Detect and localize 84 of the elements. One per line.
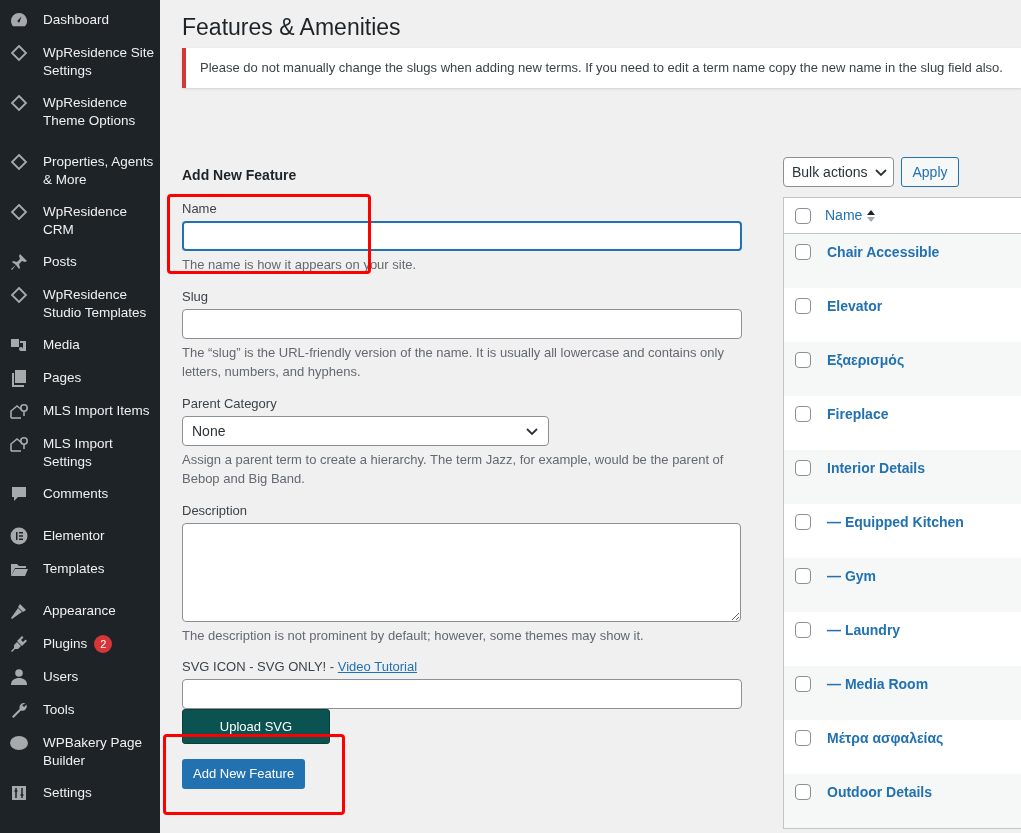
- form-heading: Add New Feature: [182, 166, 298, 184]
- name-column-header[interactable]: Name: [825, 205, 876, 226]
- sidebar-menu-item[interactable]: Properties, Agents & More: [0, 146, 160, 196]
- diamond-icon: [9, 202, 29, 222]
- sidebar-menu-item[interactable]: Templates: [0, 553, 160, 586]
- text-input-field[interactable]: [182, 309, 742, 339]
- upload-svg-button[interactable]: Upload SVG: [182, 709, 330, 744]
- plug-icon: [9, 634, 29, 654]
- term-name-link[interactable]: Elevator: [827, 297, 883, 315]
- row-checkbox[interactable]: [795, 514, 811, 530]
- diamond-icon: [9, 93, 29, 113]
- wrench-icon: [9, 700, 29, 720]
- row-checkbox[interactable]: [795, 207, 811, 224]
- sidebar-menu-item[interactable]: Pages: [0, 362, 160, 395]
- term-name-link[interactable]: — Gym: [827, 567, 876, 585]
- field-label: Slug: [182, 288, 210, 306]
- row-checkbox[interactable]: [795, 730, 811, 746]
- text-input-field[interactable]: [182, 679, 742, 709]
- sidebar-menu-item[interactable]: Appearance: [0, 595, 160, 628]
- row-checkbox[interactable]: [795, 622, 811, 638]
- speech-bubble-icon: [9, 484, 29, 504]
- sidebar-menu-item[interactable]: Tools: [0, 694, 160, 727]
- house-pin-icon: [9, 401, 29, 421]
- sidebar-menu-item[interactable]: Settings: [0, 777, 160, 810]
- term-name-link[interactable]: Chair Accessible: [827, 243, 940, 261]
- sidebar-menu-item[interactable]: Plugins 2: [0, 628, 160, 661]
- parent-category-dropdown[interactable]: None: [182, 416, 549, 446]
- field-hint: The “slug” is the URL-friendly version of the name. It is usually all lowercase and contains only letters, numbers, and hyphens.: [182, 344, 725, 381]
- description-textarea[interactable]: [182, 523, 741, 622]
- sidebar-menu-item[interactable]: Comments: [0, 478, 160, 511]
- sidebar-menu-item[interactable]: WPBakery Page Builder: [0, 727, 160, 777]
- term-name-link[interactable]: Μέτρα ασφαλείας: [827, 729, 944, 747]
- apply-button[interactable]: Apply: [901, 157, 959, 187]
- field-hint: The description is not prominent by default; however, some themes may show it.: [182, 627, 645, 645]
- diamond-icon: [9, 43, 29, 63]
- sidebar-menu-item[interactable]: Dashboard: [0, 4, 160, 37]
- sidebar-menu-item[interactable]: WpResidence Theme Options: [0, 87, 160, 137]
- row-checkbox[interactable]: [795, 298, 811, 314]
- field-label: Parent Category: [182, 395, 278, 413]
- cloud-icon: [9, 733, 29, 753]
- field-label: Description: [182, 502, 249, 520]
- sliders-icon: [9, 783, 29, 803]
- field-label: Name: [182, 200, 218, 218]
- term-name-link[interactable]: — Laundry: [827, 621, 901, 639]
- sidebar-menu-item[interactable]: Elementor: [0, 520, 160, 553]
- diamond-icon: [9, 285, 29, 305]
- row-checkbox[interactable]: [795, 352, 811, 368]
- row-checkbox[interactable]: [795, 406, 811, 422]
- term-name-link[interactable]: Εξαερισμός: [827, 351, 905, 369]
- letter-circle-icon: [9, 526, 29, 546]
- field-label: SVG ICON - SVG ONLY! -: [182, 658, 336, 676]
- row-checkbox[interactable]: [795, 784, 811, 800]
- pushpin-icon: [9, 252, 29, 272]
- pages-icon: [9, 368, 29, 388]
- row-checkbox[interactable]: [795, 460, 811, 476]
- sidebar-menu-item[interactable]: Media: [0, 329, 160, 362]
- bulk-actions-dropdown[interactable]: Bulk actions: [783, 157, 895, 187]
- term-name-link[interactable]: Interior Details: [827, 459, 926, 477]
- sidebar-menu-item[interactable]: WpResidence CRM: [0, 196, 160, 246]
- sort-arrows-icon: [867, 209, 876, 222]
- sidebar-menu-item[interactable]: MLS Import Settings: [0, 428, 160, 478]
- field-hint: Assign a parent term to create a hierarchy. The term Jazz, for example, would be the parent of Bebop and Big Band.: [182, 451, 725, 488]
- row-checkbox[interactable]: [795, 568, 811, 584]
- term-name-link[interactable]: Fireplace: [827, 405, 889, 423]
- diamond-icon: [9, 152, 29, 172]
- notice-text: Please do not manually change the slugs when adding new terms. If you need to edit a term name copy the new name in the slug field also.: [200, 59, 1003, 78]
- sidebar-menu-item[interactable]: WpResidence Studio Templates: [0, 279, 160, 329]
- sidebar-menu-item[interactable]: Users: [0, 661, 160, 694]
- term-name-link[interactable]: Outdoor Details: [827, 783, 932, 801]
- term-name-link[interactable]: — Media Room: [827, 675, 929, 693]
- add-new-feature-button[interactable]: Add New Feature: [182, 759, 306, 789]
- sidebar-menu-item[interactable]: WpResidence Site Settings: [0, 37, 160, 87]
- row-checkbox[interactable]: [795, 676, 811, 692]
- video-tutorial-link[interactable]: Video Tutorial: [337, 658, 418, 676]
- house-pin-icon: [9, 434, 29, 454]
- row-checkbox[interactable]: [795, 244, 811, 260]
- user-icon: [9, 667, 29, 687]
- update-count-badge: 2: [94, 635, 113, 653]
- page-title: Features & Amenities: [182, 13, 402, 41]
- paintbrush-icon: [9, 601, 29, 621]
- sidebar-menu-item[interactable]: Posts: [0, 246, 160, 279]
- term-name-link[interactable]: — Equipped Kitchen: [827, 513, 964, 531]
- sidebar-menu-item[interactable]: MLS Import Items: [0, 395, 160, 428]
- text-input-field[interactable]: [182, 221, 742, 251]
